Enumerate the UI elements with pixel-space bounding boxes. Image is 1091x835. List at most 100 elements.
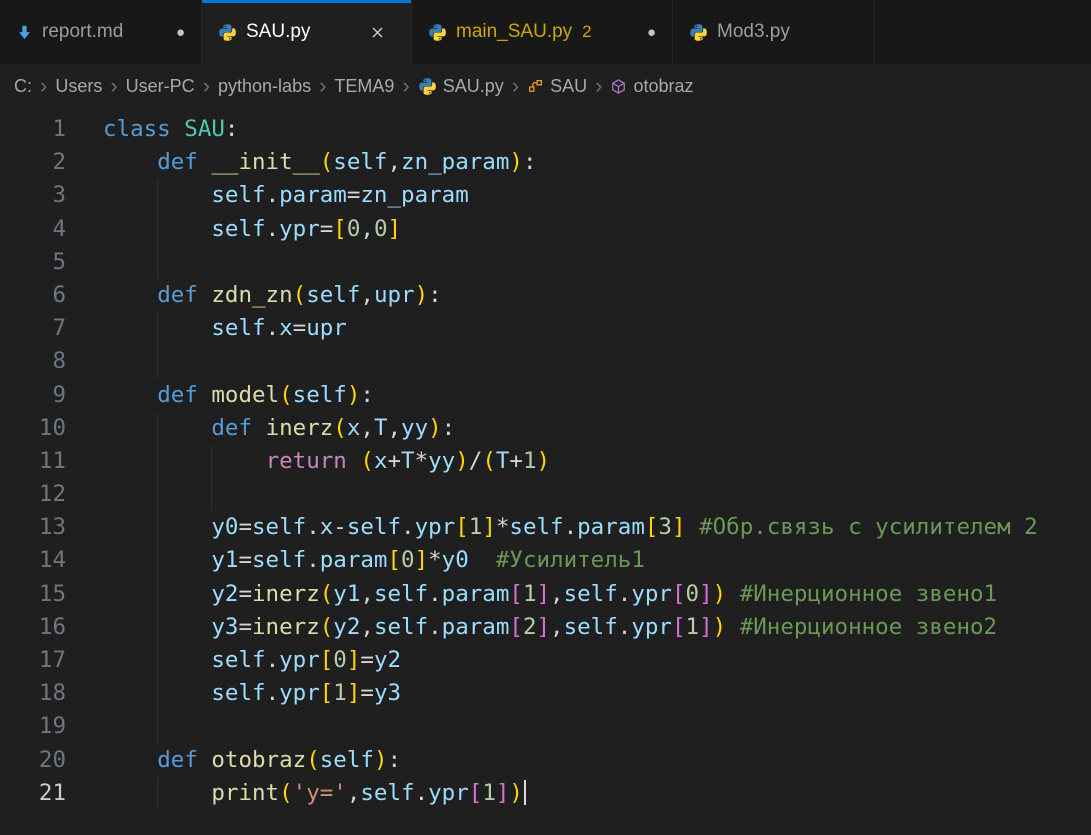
code-token: __init__ <box>211 149 319 175</box>
code-token: , <box>387 415 401 441</box>
line-number: 7 <box>0 312 66 345</box>
code-line-content[interactable] <box>103 478 1091 511</box>
code-token: yy <box>428 448 455 474</box>
python-icon <box>418 77 437 96</box>
modified-dot-icon[interactable]: ● <box>647 24 656 41</box>
code-line-content[interactable]: self.param=zn_param <box>103 179 1091 212</box>
code-token: 1 <box>523 581 537 607</box>
code-token: , <box>550 614 564 640</box>
code-token: 0 <box>333 647 347 673</box>
code-line: 3 self.param=zn_param <box>0 179 1091 212</box>
close-icon[interactable] <box>369 24 386 41</box>
indent-guide <box>157 544 158 577</box>
line-number: 14 <box>0 544 66 577</box>
code-line-content[interactable]: y2=inerz(y1,self.param[1],self.ypr[0]) #… <box>103 578 1091 611</box>
vscode-window: { "theme": { "accent": "#0078d4", "warni… <box>0 0 1091 835</box>
code-token: ypr <box>279 647 320 673</box>
code-line-content[interactable]: y1=self.param[0]*y0 #Усилитель1 <box>103 544 1091 577</box>
code-line: 21 print('y=',self.ypr[1]) <box>0 777 1091 810</box>
code-token: inerz <box>266 415 334 441</box>
code-token: SAU <box>184 116 225 142</box>
tab-label: SAU.py <box>246 21 310 43</box>
breadcrumb-item-otobraz[interactable]: otobraz <box>610 76 693 97</box>
breadcrumb-item-tema9[interactable]: TEMA9 <box>334 76 394 97</box>
code-token: self <box>211 315 265 341</box>
chevron-right-icon: › <box>40 75 47 97</box>
code-token: : <box>387 747 401 773</box>
code-line-content[interactable] <box>103 345 1091 378</box>
code-line-content[interactable]: class SAU: <box>103 113 1091 146</box>
code-line-content[interactable]: def __init__(self,zn_param): <box>103 146 1091 179</box>
code-line-content[interactable]: self.x=upr <box>103 312 1091 345</box>
breadcrumb-item-users[interactable]: Users <box>55 76 102 97</box>
breadcrumb-item-c[interactable]: C: <box>14 76 32 97</box>
code-line-content[interactable]: def inerz(x,T,yy): <box>103 412 1091 445</box>
tab-sau-py[interactable]: SAU.py <box>202 0 412 64</box>
code-editor[interactable]: 1class SAU:2 def __init__(self,zn_param)… <box>0 108 1091 810</box>
code-token: 0 <box>401 547 415 573</box>
chevron-right-icon: › <box>402 75 409 97</box>
modified-dot-icon[interactable]: ● <box>176 24 185 41</box>
code-token: ] <box>415 547 429 573</box>
code-token: zn_param <box>360 182 468 208</box>
code-token: model <box>211 382 279 408</box>
tab-mod3-py[interactable]: Mod3.py <box>673 0 875 64</box>
breadcrumb-item-sau[interactable]: SAU <box>527 76 587 97</box>
line-number: 18 <box>0 677 66 710</box>
code-line-content[interactable] <box>103 246 1091 279</box>
code-token <box>726 614 740 640</box>
code-token: ] <box>672 514 686 540</box>
code-token: ypr <box>631 614 672 640</box>
code-token: . <box>266 182 280 208</box>
code-line: 18 self.ypr[1]=y3 <box>0 677 1091 710</box>
code-token: * <box>415 448 429 474</box>
code-token: . <box>266 216 280 242</box>
code-token: self <box>347 514 401 540</box>
code-token: . <box>266 315 280 341</box>
code-line-content[interactable]: return (x+T*yy)/(T+1) <box>103 445 1091 478</box>
code-token: ] <box>482 514 496 540</box>
text-cursor <box>524 780 526 805</box>
code-token: : <box>428 282 442 308</box>
indent-guide <box>157 179 158 212</box>
code-token: #Усилитель1 <box>496 547 645 573</box>
code-token: self <box>306 282 360 308</box>
code-token: . <box>266 647 280 673</box>
code-token: param <box>320 547 388 573</box>
code-token: : <box>360 382 374 408</box>
breadcrumb-label: python-labs <box>218 76 311 97</box>
code-line-content[interactable]: self.ypr[1]=y3 <box>103 677 1091 710</box>
breadcrumb-item-sau-py[interactable]: SAU.py <box>418 76 504 97</box>
code-token: [ <box>672 614 686 640</box>
indent-guide <box>211 445 212 478</box>
code-token: self <box>564 581 618 607</box>
code-token <box>103 282 157 308</box>
tab-main-sau-py[interactable]: main_SAU.py2● <box>412 0 673 64</box>
code-line-content[interactable]: print('y=',self.ypr[1]) <box>103 777 1091 810</box>
code-line-content[interactable]: def model(self): <box>103 379 1091 412</box>
code-token: ) <box>537 448 551 474</box>
code-line-content[interactable]: y3=inerz(y2,self.param[2],self.ypr[1]) #… <box>103 611 1091 644</box>
tab-report-md[interactable]: report.md● <box>0 0 202 64</box>
breadcrumb-item-user-pc[interactable]: User-PC <box>126 76 195 97</box>
code-line-content[interactable]: y0=self.x-self.ypr[1]*self.param[3] #Обр… <box>103 511 1091 544</box>
code-token: ypr <box>415 514 456 540</box>
code-line: 1class SAU: <box>0 113 1091 146</box>
code-line-content[interactable]: self.ypr=[0,0] <box>103 213 1091 246</box>
code-token: * <box>428 547 442 573</box>
breadcrumb-item-python-labs[interactable]: python-labs <box>218 76 311 97</box>
code-line: 16 y3=inerz(y2,self.param[2],self.ypr[1]… <box>0 611 1091 644</box>
code-token: [ <box>333 216 347 242</box>
code-line: 7 self.x=upr <box>0 312 1091 345</box>
code-token: zdn_zn <box>211 282 292 308</box>
code-line-content[interactable] <box>103 710 1091 743</box>
code-line-content[interactable]: self.ypr[0]=y2 <box>103 644 1091 677</box>
line-number: 17 <box>0 644 66 677</box>
code-token: x <box>279 315 293 341</box>
code-token: , <box>347 780 361 806</box>
code-line-content[interactable]: def zdn_zn(self,upr): <box>103 279 1091 312</box>
code-line-content[interactable]: def otobraz(self): <box>103 744 1091 777</box>
code-token: , <box>360 216 374 242</box>
code-token: inerz <box>252 614 320 640</box>
code-token: def <box>211 415 265 441</box>
